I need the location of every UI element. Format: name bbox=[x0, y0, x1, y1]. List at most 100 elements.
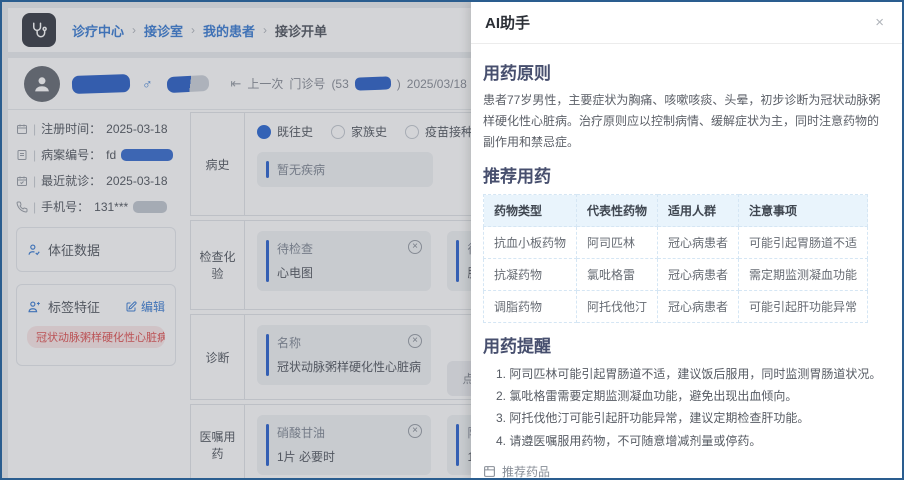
visit-number-prefix: (53 bbox=[331, 77, 348, 91]
table-row: 抗凝药物 氯吡格雷 冠心病患者 需定期监测凝血功能 bbox=[484, 259, 868, 291]
medication-card-nitroglycerin[interactable]: 硝酸甘油 1片 必要时 × bbox=[257, 415, 431, 475]
diagnosis-name: 冠状动脉粥样硬化性心脏病 bbox=[277, 358, 421, 376]
col-precautions: 注意事项 bbox=[739, 195, 868, 227]
breadcrumb-item-clinic-center[interactable]: 诊疗中心 bbox=[72, 21, 124, 40]
table-header-row: 药物类型 代表性药物 适用人群 注意事项 bbox=[484, 195, 868, 227]
col-drug-type: 药物类型 bbox=[484, 195, 577, 227]
recommended-products-header: 推荐药品 bbox=[483, 463, 884, 478]
radio-family-history[interactable]: 家族史 bbox=[331, 123, 387, 140]
disease-tag[interactable]: 冠状动脉粥样硬化性心脏病 bbox=[27, 326, 165, 348]
cell: 抗血小板药物 bbox=[484, 227, 577, 259]
recommended-products-title: 推荐药品 bbox=[502, 463, 550, 478]
recommend-section-title: 推荐用药 bbox=[483, 162, 884, 187]
history-row-label: 病史 bbox=[191, 113, 245, 215]
cell: 冠心病患者 bbox=[658, 227, 739, 259]
phone-icon bbox=[16, 201, 28, 213]
vitals-card[interactable]: 体征数据 bbox=[16, 227, 176, 272]
phone-redacted bbox=[133, 201, 167, 213]
reminder-item: 3. 阿托伐他汀可能引起肝功能异常，建议定期检查肝功能。 bbox=[483, 407, 884, 429]
last-visit-label: 最近就诊： bbox=[41, 172, 101, 189]
stethoscope-icon[interactable] bbox=[22, 13, 56, 47]
radio-past-history[interactable]: 既往史 bbox=[257, 123, 313, 140]
col-representative-drug: 代表性药物 bbox=[577, 195, 658, 227]
tags-card: 标签特征 编辑 冠状动脉粥样硬化性心脏病 bbox=[16, 284, 176, 366]
registration-date-value: 2025-03-18 bbox=[106, 122, 167, 136]
cell: 调脂药物 bbox=[484, 291, 577, 323]
reminder-item: 1. 阿司匹林可能引起胃肠道不适，建议饭后服用，同时监测胃肠道状况。 bbox=[483, 363, 884, 385]
prev-visit-icon[interactable]: ⇤ bbox=[231, 76, 242, 92]
edit-pencil-icon bbox=[125, 301, 137, 313]
vitals-title: 体征数据 bbox=[48, 240, 100, 259]
reminders-section-title: 用药提醒 bbox=[483, 332, 884, 357]
registration-date-row: | 注册时间： 2025-03-18 bbox=[16, 120, 176, 137]
diagnosis-card[interactable]: 名称 冠状动脉粥样硬化性心脏病 × bbox=[257, 325, 431, 385]
ai-panel-body: 用药原则 患者77岁男性，主要症状为胸痛、咳嗽咳痰、头晕，初步诊断为冠状动脉粥样… bbox=[471, 44, 902, 478]
last-visit-row: | 最近就诊： 2025-03-18 bbox=[16, 172, 176, 189]
exam-card-ecg[interactable]: 待检查 心电图 × bbox=[257, 231, 431, 291]
prev-visit-label[interactable]: 上一次 bbox=[247, 75, 283, 92]
history-note-card[interactable]: 暂无疾病 bbox=[257, 152, 433, 187]
patient-name-redacted bbox=[72, 73, 131, 93]
patient-avatar bbox=[24, 66, 60, 102]
medication-name: 硝酸甘油 bbox=[277, 424, 421, 441]
cell: 可能引起胃肠道不适 bbox=[739, 227, 868, 259]
table-row: 抗血小板药物 阿司匹林 冠心病患者 可能引起胃肠道不适 bbox=[484, 227, 868, 259]
cell: 阿托伐他汀 bbox=[577, 291, 658, 323]
case-number-redacted bbox=[121, 149, 173, 161]
ai-assistant-panel: AI助手 × 用药原则 患者77岁男性，主要症状为胸痛、咳嗽咳痰、头晕，初步诊断… bbox=[471, 2, 902, 478]
medication-dosage: 1片 必要时 bbox=[277, 448, 421, 466]
app-window: 诊疗中心 › 接诊室 › 我的患者 › 接诊开单 ♂ ⇤ 上一次 bbox=[0, 0, 904, 480]
case-number-label: 病案编号： bbox=[41, 146, 101, 163]
col-applicable-group: 适用人群 bbox=[658, 195, 739, 227]
breadcrumb: 诊疗中心 › 接诊室 › 我的患者 › 接诊开单 bbox=[72, 21, 327, 40]
cell: 抗凝药物 bbox=[484, 259, 577, 291]
reminder-item: 2. 氯吡格雷需要定期监测凝血功能，避免出现出血倾向。 bbox=[483, 385, 884, 407]
calendar-check-icon bbox=[16, 175, 28, 187]
remove-icon[interactable]: × bbox=[408, 334, 422, 348]
registration-date-label: 注册时间： bbox=[41, 120, 101, 137]
patient-info-sidebar: | 注册时间： 2025-03-18 | 病案编号： fd | 最 bbox=[8, 110, 188, 478]
chevron-right-icon: › bbox=[263, 23, 267, 37]
male-gender-icon: ♂ bbox=[142, 76, 153, 92]
phone-value: 131*** bbox=[94, 200, 128, 214]
close-icon[interactable]: × bbox=[875, 14, 884, 31]
table-row: 调脂药物 阿托伐他汀 冠心病患者 可能引起肝功能异常 bbox=[484, 291, 868, 323]
user-tag-icon bbox=[27, 300, 41, 314]
visit-number-redacted bbox=[355, 76, 391, 90]
edit-tags-button[interactable]: 编辑 bbox=[125, 298, 165, 315]
patient-info-redacted bbox=[166, 74, 209, 92]
case-number-value: fd bbox=[106, 148, 116, 162]
remove-icon[interactable]: × bbox=[408, 240, 422, 254]
cell: 冠心病患者 bbox=[658, 259, 739, 291]
visit-number-suffix: ) bbox=[397, 77, 401, 91]
radio-dot-icon bbox=[331, 125, 345, 139]
exams-row-label: 检查化验 bbox=[191, 221, 245, 309]
medicine-box-icon bbox=[483, 465, 496, 478]
cell: 需定期监测凝血功能 bbox=[739, 259, 868, 291]
cell: 阿司匹林 bbox=[577, 227, 658, 259]
chevron-right-icon: › bbox=[132, 23, 136, 37]
radio-dot-icon bbox=[405, 125, 419, 139]
chevron-right-icon: › bbox=[191, 23, 195, 37]
divider: | bbox=[33, 122, 36, 136]
diagnosis-field-label: 名称 bbox=[277, 334, 421, 351]
ai-panel-header: AI助手 × bbox=[471, 2, 902, 44]
calendar-icon bbox=[16, 123, 28, 135]
cell: 可能引起肝功能异常 bbox=[739, 291, 868, 323]
divider: | bbox=[33, 148, 36, 162]
cell: 氯吡格雷 bbox=[577, 259, 658, 291]
last-visit-value: 2025-03-18 bbox=[106, 174, 167, 188]
breadcrumb-item-my-patients[interactable]: 我的患者 bbox=[203, 21, 255, 40]
case-number-row: | 病案编号： fd bbox=[16, 146, 176, 163]
divider: | bbox=[33, 174, 36, 188]
document-icon bbox=[16, 149, 28, 161]
ai-panel-title: AI助手 bbox=[485, 12, 530, 33]
breadcrumb-item-consult-room[interactable]: 接诊室 bbox=[144, 21, 183, 40]
breadcrumb-item-current: 接诊开单 bbox=[275, 21, 327, 40]
remove-icon[interactable]: × bbox=[408, 424, 422, 438]
radio-dot-icon bbox=[257, 125, 271, 139]
phone-row: | 手机号： 131*** bbox=[16, 198, 176, 215]
edit-label: 编辑 bbox=[141, 298, 165, 315]
reminder-item: 4. 请遵医嘱服用药物，不可随意增减剂量或停药。 bbox=[483, 430, 884, 452]
exam-status: 待检查 bbox=[277, 240, 421, 257]
